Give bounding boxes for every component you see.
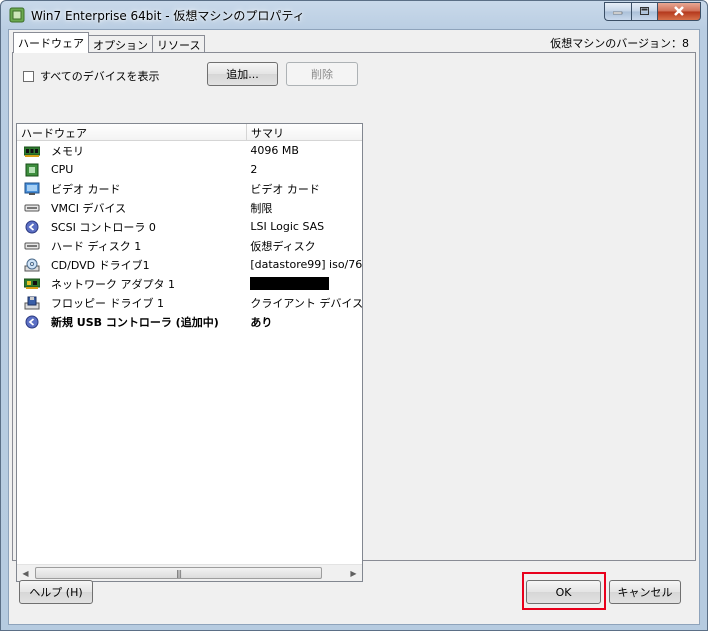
redaction-block (250, 276, 330, 290)
table-row[interactable]: ビデオ カード ビデオ カード (17, 179, 362, 198)
vmci-device-icon (24, 201, 40, 215)
tab-options[interactable]: オプション (88, 35, 153, 53)
hardware-summary: クライアント デバイス (250, 296, 362, 310)
vm-app-icon (9, 7, 25, 23)
hardware-name: CPU (50, 163, 74, 176)
table-row[interactable]: VMCI デバイス 制限 (17, 198, 362, 217)
minimize-button[interactable] (604, 2, 631, 21)
hardware-summary: [datastore99] iso/760 (250, 258, 362, 271)
properties-window: Win7 Enterprise 64bit - 仮想マシンのプロパティ ハードウ… (0, 0, 708, 631)
scroll-left-arrow-icon[interactable]: ◀ (17, 565, 34, 581)
scrollbar-thumb[interactable]: ||| (35, 567, 322, 579)
table-row[interactable]: CPU 2 (17, 160, 362, 179)
scroll-right-arrow-icon[interactable]: ▶ (345, 565, 362, 581)
hardware-name: 新規 USB コントローラ (追加中) (50, 315, 219, 329)
hardware-name: SCSI コントローラ 0 (50, 220, 156, 234)
remove-button[interactable]: 削除 (286, 62, 358, 86)
close-icon (674, 6, 684, 16)
show-all-devices-checkbox[interactable] (23, 70, 34, 82)
table-row[interactable]: 新規 USB コントローラ (追加中) あり (17, 312, 362, 331)
show-all-devices-label: すべてのデバイスを表示 (40, 70, 160, 83)
table-body: メモリ 4096 MB CPU 2 ビデオ カード ビデオ カード VMCI デバイス 制限 S… (17, 141, 362, 331)
hardware-name: ハード ディスク 1 (51, 239, 142, 253)
column-header-summary[interactable]: サマリ (247, 124, 362, 141)
table-row[interactable]: フロッピー ドライブ 1 クライアント デバイス (17, 293, 362, 312)
scsi-controller-icon (24, 220, 40, 234)
dialog-body: ハードウェア オプション リソース 仮想マシンのバージョン：8 すべてのデバイス… (8, 29, 700, 625)
table-row[interactable]: ネットワーク アダプタ 1 (17, 274, 362, 293)
hardware-name: フロッピー ドライブ 1 (51, 296, 164, 310)
hardware-summary: 2 (250, 163, 258, 176)
column-header-hardware[interactable]: ハードウェア (17, 124, 247, 141)
memory-icon (24, 144, 40, 158)
usb-controller-icon (24, 315, 40, 329)
table-header: ハードウェア サマリ (17, 124, 362, 141)
hardware-name: ビデオ カード (51, 182, 121, 196)
hardware-name: ネットワーク アダプタ 1 (51, 277, 175, 291)
maximize-icon (639, 7, 649, 15)
hardware-summary: あり (250, 315, 273, 329)
cancel-button[interactable]: キャンセル (609, 580, 681, 604)
horizontal-scrollbar[interactable]: ◀ ||| ▶ (17, 564, 362, 581)
hardware-tab-panel: すべてのデバイスを表示 追加... 削除 ハードウェア サマリ メモリ 4096 … (12, 52, 696, 582)
title-bar[interactable]: Win7 Enterprise 64bit - 仮想マシンのプロパティ (1, 1, 707, 29)
table-row[interactable]: ハード ディスク 1 仮想ディスク (17, 236, 362, 255)
redacted-summary (250, 275, 362, 293)
hardware-summary: 制限 (250, 201, 273, 215)
floppy-drive-icon (24, 296, 40, 310)
minimize-icon (613, 11, 623, 14)
show-all-devices-row[interactable]: すべてのデバイスを表示 (23, 68, 159, 84)
cd-dvd-drive-icon (24, 258, 40, 272)
tab-resources[interactable]: リソース (152, 35, 206, 53)
network-adapter-icon (24, 277, 40, 291)
maximize-button[interactable] (631, 2, 657, 21)
close-button[interactable] (657, 2, 701, 21)
monitor-icon (24, 182, 40, 196)
cpu-icon (24, 163, 40, 177)
hardware-table: ハードウェア サマリ メモリ 4096 MB CPU 2 ビデオ カード ビデオ カード V… (16, 123, 363, 582)
window-title: Win7 Enterprise 64bit - 仮想マシンのプロパティ (31, 9, 305, 23)
hardware-name: メモリ (51, 144, 84, 158)
hardware-summary: 4096 MB (250, 144, 299, 157)
hardware-summary: ビデオ カード (250, 182, 320, 196)
hardware-name: CD/DVD ドライブ1 (51, 258, 150, 272)
help-button[interactable]: ヘルプ (H) (19, 580, 93, 604)
hardware-name: VMCI デバイス (51, 201, 127, 215)
table-row[interactable]: CD/DVD ドライブ1 [datastore99] iso/760 (17, 255, 362, 274)
hardware-summary: 仮想ディスク (250, 239, 316, 253)
tab-hardware[interactable]: ハードウェア (13, 32, 89, 53)
vm-version-label: 仮想マシンのバージョン：8 (550, 37, 689, 50)
tab-strip: ハードウェア オプション リソース (13, 32, 206, 53)
add-button[interactable]: 追加... (207, 62, 278, 86)
hard-disk-icon (24, 239, 40, 253)
ok-highlight-box (522, 572, 606, 610)
hardware-summary: LSI Logic SAS (250, 220, 325, 233)
table-row[interactable]: SCSI コントローラ 0 LSI Logic SAS (17, 217, 362, 236)
table-row[interactable]: メモリ 4096 MB (17, 141, 362, 160)
